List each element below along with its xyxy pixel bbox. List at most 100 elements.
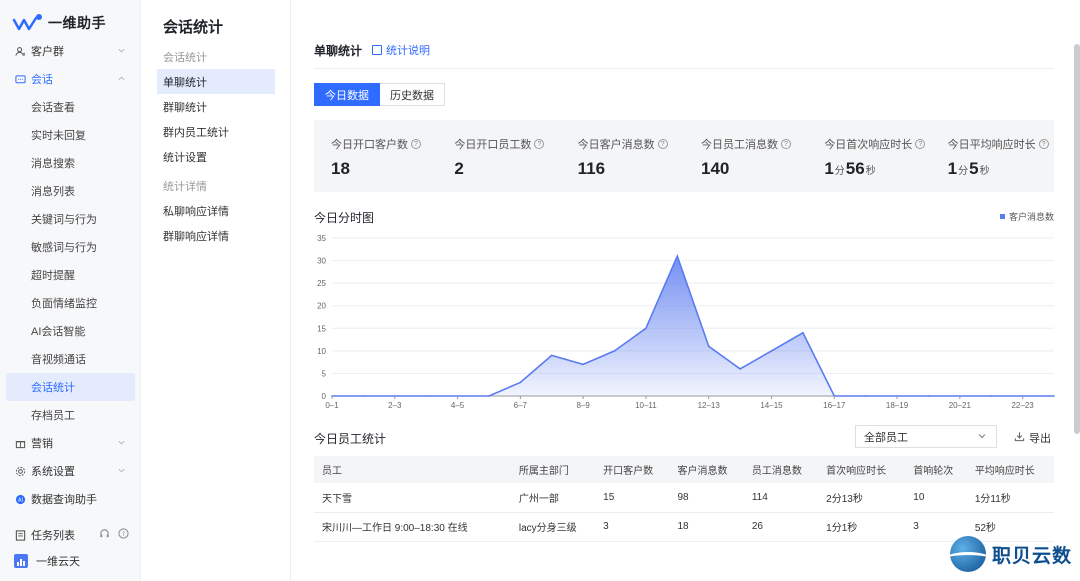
brand[interactable]: 一维助手 bbox=[12, 11, 106, 35]
export-button[interactable]: 导出 bbox=[1014, 430, 1051, 446]
x-tick-label: 18–19 bbox=[886, 401, 909, 410]
divider bbox=[314, 68, 1054, 69]
sub-navigation: 会话统计 会话统计 单聊统计 群聊统计 群内员工统计 统计设置 统计详情 私聊响应详情… bbox=[141, 0, 291, 581]
help-link[interactable]: 统计说明 bbox=[372, 42, 430, 58]
sidebar-subitem[interactable]: 消息搜索 bbox=[0, 149, 141, 177]
user-row[interactable]: 一维云天 bbox=[0, 548, 141, 574]
stat-minute-unit: 分 bbox=[834, 166, 845, 177]
tab[interactable]: 今日数据 bbox=[314, 83, 380, 106]
area-fill bbox=[332, 256, 1054, 396]
sidebar-item-label: 会话 bbox=[31, 74, 53, 86]
headset-icon[interactable] bbox=[99, 528, 110, 542]
subnav-item[interactable]: 群内员工统计 bbox=[157, 119, 275, 144]
x-tick-label: 4–5 bbox=[451, 401, 465, 410]
employee-table: 员工 所属主部门 开口客户数 客户消息数 员工消息数 首次响应时长 首响轮次 平均响应时长 天… bbox=[314, 456, 1054, 542]
sidebar-subitem[interactable]: 敏感词与行为 bbox=[0, 233, 141, 261]
sidebar-item[interactable]: 营销 bbox=[0, 429, 141, 457]
sidebar-item[interactable]: AI 数据查询助手 bbox=[0, 485, 141, 513]
data-point bbox=[739, 368, 741, 370]
stat-number: 116 bbox=[577, 159, 606, 178]
subnav-item[interactable]: 群聊统计 bbox=[157, 94, 275, 119]
data-point bbox=[550, 354, 553, 357]
question-icon[interactable]: ? bbox=[534, 139, 545, 149]
y-tick-label: 15 bbox=[317, 324, 326, 333]
stat-label: 今日首次响应时长 bbox=[824, 139, 913, 151]
x-tick-label: 20–21 bbox=[949, 401, 972, 410]
x-tick-label: 2–3 bbox=[388, 401, 402, 410]
data-point bbox=[488, 395, 490, 397]
help-icon[interactable]: ? bbox=[118, 528, 129, 542]
data-point bbox=[1053, 395, 1055, 397]
stat-label-row: 今日客户消息数? bbox=[578, 136, 684, 152]
stat-value: 116 bbox=[578, 159, 684, 179]
tab[interactable]: 历史数据 bbox=[380, 83, 445, 106]
logo-icon bbox=[12, 14, 42, 31]
scrollbar[interactable] bbox=[1074, 44, 1080, 434]
stat-value: 1分5秒 bbox=[948, 159, 1054, 179]
subnav-item[interactable]: 统计设置 bbox=[157, 144, 275, 169]
table-cell: 114 bbox=[743, 483, 819, 513]
watermark-logo-icon bbox=[950, 536, 986, 572]
sidebar-item[interactable]: 会话 bbox=[0, 65, 141, 93]
question-icon[interactable]: ? bbox=[1038, 139, 1049, 149]
data-point bbox=[990, 395, 993, 397]
subnav-item[interactable]: 私聊响应详情 bbox=[157, 198, 275, 223]
x-tick-label: 8–9 bbox=[576, 401, 590, 410]
legend-label: 客户消息数 bbox=[1008, 212, 1054, 222]
table-header-cell: 首次响应时长 bbox=[818, 456, 906, 483]
data-point bbox=[645, 327, 647, 330]
data-point bbox=[519, 381, 522, 384]
sidebar-subitem[interactable]: 消息列表 bbox=[0, 177, 141, 205]
table-cell: 2分13秒 bbox=[818, 483, 906, 513]
chevron-up-icon bbox=[117, 74, 127, 84]
stat-second-unit: 秒 bbox=[979, 166, 990, 177]
stat-seconds: 56 bbox=[845, 159, 865, 178]
stat-label: 今日员工消息数 bbox=[700, 139, 778, 151]
task-list-row[interactable]: 任务列表 ? bbox=[0, 522, 141, 548]
stat-number: 140 bbox=[700, 159, 730, 178]
data-point bbox=[676, 255, 679, 257]
chart-legend[interactable]: 客户消息数 bbox=[999, 210, 1054, 223]
stat-label-row: 今日开口客户数? bbox=[331, 136, 437, 152]
question-icon[interactable]: ? bbox=[915, 139, 926, 149]
sidebar-subitem[interactable]: 实时未回复 bbox=[0, 121, 141, 149]
data-point bbox=[802, 332, 804, 334]
question-icon[interactable]: ? bbox=[411, 139, 421, 149]
brand-name: 一维助手 bbox=[48, 15, 106, 31]
table-cell: 10 bbox=[905, 483, 967, 513]
y-tick-label: 35 bbox=[317, 234, 326, 243]
data-point bbox=[362, 395, 365, 397]
svg-text:AI: AI bbox=[18, 497, 23, 503]
table-header-cell: 客户消息数 bbox=[669, 456, 744, 483]
data-point bbox=[582, 363, 584, 366]
y-tick-label: 10 bbox=[317, 347, 326, 356]
data-point bbox=[613, 350, 616, 352]
subnav-group-stats: 会话统计 单聊统计 群聊统计 群内员工统计 统计设置 bbox=[157, 44, 275, 169]
sidebar-subitem[interactable]: 会话查看 bbox=[0, 93, 141, 121]
employee-filter-select[interactable]: 全部员工 bbox=[855, 425, 997, 448]
sidebar-subitem[interactable]: 关键词与行为 bbox=[0, 205, 141, 233]
question-icon[interactable]: ? bbox=[657, 139, 668, 149]
sidebar-subitem[interactable]: 会话统计 bbox=[6, 373, 135, 401]
data-point bbox=[425, 395, 427, 397]
stat-value: 1 分 56 秒 bbox=[824, 159, 930, 179]
sidebar-item[interactable]: 系统设置 bbox=[0, 457, 141, 485]
sidebar-subitem[interactable]: 超时提醒 bbox=[0, 261, 141, 289]
subnav-item[interactable]: 单聊统计 bbox=[157, 69, 275, 94]
subnav-item[interactable]: 群聊响应详情 bbox=[157, 223, 275, 248]
data-point bbox=[927, 395, 930, 397]
table-row[interactable]: 宋川川—工作日 9:00–18:30 在线 lacy分身三级 3 18 26 1分1秒 3 5… bbox=[314, 512, 1054, 542]
table-cell: lacy分身三级 bbox=[510, 512, 596, 542]
question-icon[interactable]: ? bbox=[780, 139, 791, 149]
data-point bbox=[707, 345, 710, 348]
x-tick-label: 10–11 bbox=[635, 401, 657, 410]
legend-swatch bbox=[999, 214, 1005, 219]
sidebar-subitem[interactable]: 负面情绪监控 bbox=[0, 289, 141, 317]
y-tick-label: 25 bbox=[317, 279, 326, 288]
sidebar-item[interactable]: 客户群 bbox=[0, 37, 141, 65]
stat-minutes: 1 bbox=[824, 159, 834, 178]
sidebar-subitem[interactable]: AI会话智能 bbox=[0, 317, 141, 345]
sidebar-subitem[interactable]: 存档员工 bbox=[0, 401, 141, 429]
table-row[interactable]: 天下雪 广州一部 15 98 114 2分13秒 10 1分11秒 bbox=[314, 483, 1054, 513]
sidebar-subitem[interactable]: 音视频通话 bbox=[0, 345, 141, 373]
